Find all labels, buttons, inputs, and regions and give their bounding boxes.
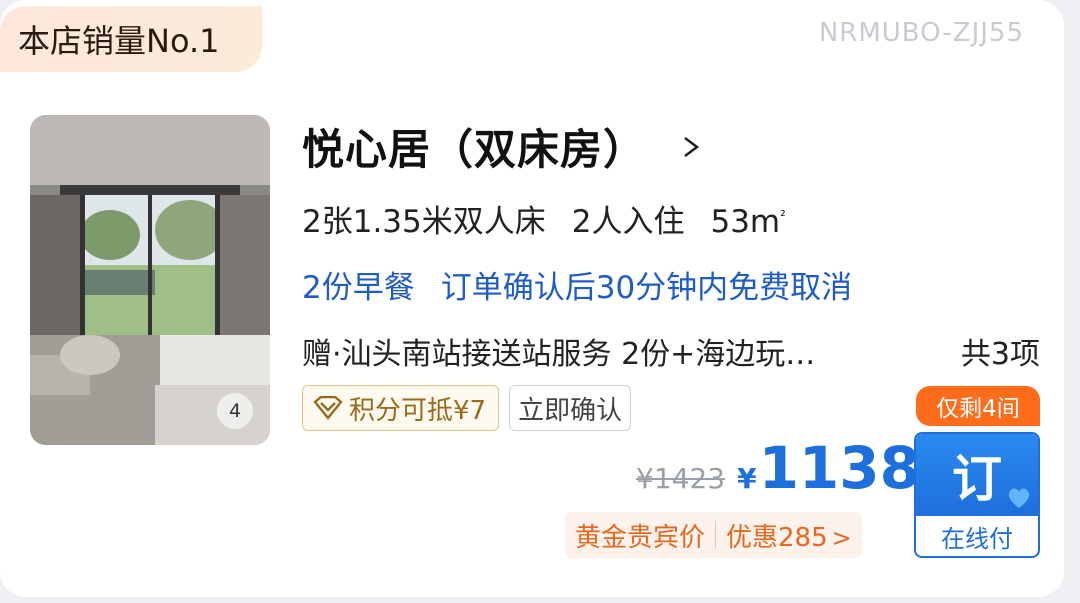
instant-confirm-tag: 立即确认 [509,385,632,431]
vip-promo[interactable]: 黄金贵宾价 优惠285 > [565,512,862,558]
area-info: 53m² [710,204,786,240]
tags-row: 积分可抵¥7 立即确认 [302,385,632,431]
pay-online-label: 在线付 [941,524,1013,553]
heart-icon [1008,488,1030,508]
sales-rank-label: 本店销量No.1 [18,22,220,60]
vip-price-label: 黄金贵宾价 [575,522,706,553]
occupancy-info: 2人入住 [571,204,685,240]
bed-info: 2张1.35米双人床 [302,204,546,240]
book-button[interactable]: 订 在线付 [914,432,1040,558]
cancellation-policy: 订单确认后30分钟内免费取消 [440,270,853,306]
currency-symbol: ¥ [737,462,757,495]
discount-label: 优惠285 > [726,522,852,553]
price-row: ¥1423 ¥ 1138 [636,434,920,502]
chevron-right-icon: > [831,523,852,552]
photo-count-badge[interactable]: 4 [217,393,253,429]
book-button-label: 订 [952,450,1002,508]
room-card[interactable]: 本店销量No.1 NRMUBO-ZJJ55 4 悦心居（双床房） 2张1.35米… [0,0,1064,597]
room-policies: 2份早餐 订单确认后30分钟内免费取消 [302,262,852,307]
instant-confirm-label: 立即确认 [518,395,623,426]
sales-rank-badge: 本店销量No.1 [0,6,262,72]
chevron-right-icon [684,136,700,157]
gifts-count: 共3项 [960,337,1040,372]
room-specs: 2张1.35米双人床 2人入住 53m² [302,196,786,241]
gifts-text: 赠·汕头南站接送站服务 2份+海边玩… [302,337,816,372]
diamond-icon [313,396,343,420]
original-price: ¥1423 [636,462,726,495]
room-name: 悦心居（双床房） [302,125,647,174]
room-code: NRMUBO-ZJJ55 [818,18,1024,48]
room-title-row[interactable]: 悦心居（双床房） [302,116,702,177]
points-tag: 积分可抵¥7 [302,385,500,431]
stock-badge: 仅剩4间 [916,386,1040,426]
points-tag-label: 积分可抵¥7 [349,395,487,426]
book-button-main: 订 [916,434,1038,516]
current-price: 1138 [758,434,920,502]
gifts-row[interactable]: 赠·汕头南站接送站服务 2份+海边玩… 共3项 [302,329,1040,373]
breakfast-policy: 2份早餐 [302,270,415,306]
